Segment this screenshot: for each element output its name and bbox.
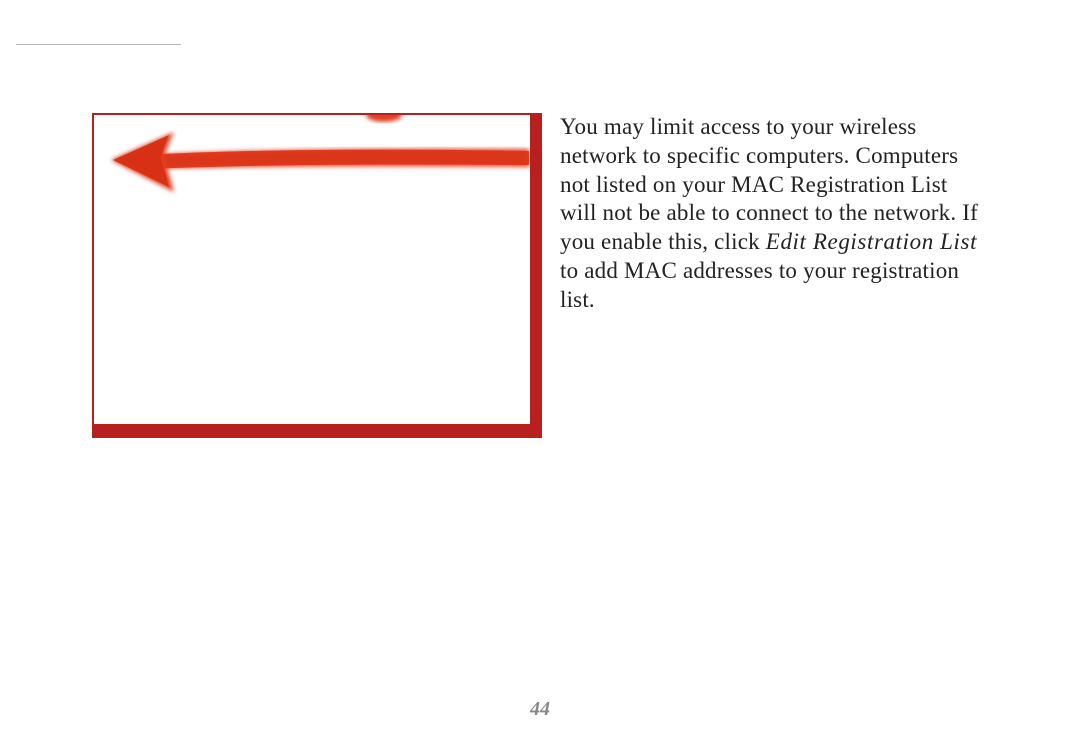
body-paragraph: You may limit access to your wireless ne… <box>560 113 990 314</box>
body-text-italic: Edit Registration List <box>766 229 977 254</box>
arrow-icon <box>92 113 539 227</box>
image-frame <box>92 113 542 438</box>
body-text-after: to add MAC addresses to your registratio… <box>560 258 959 312</box>
header-rule <box>16 44 181 45</box>
content-row: You may limit access to your wireless ne… <box>92 113 990 438</box>
page-number: 44 <box>0 698 1080 721</box>
